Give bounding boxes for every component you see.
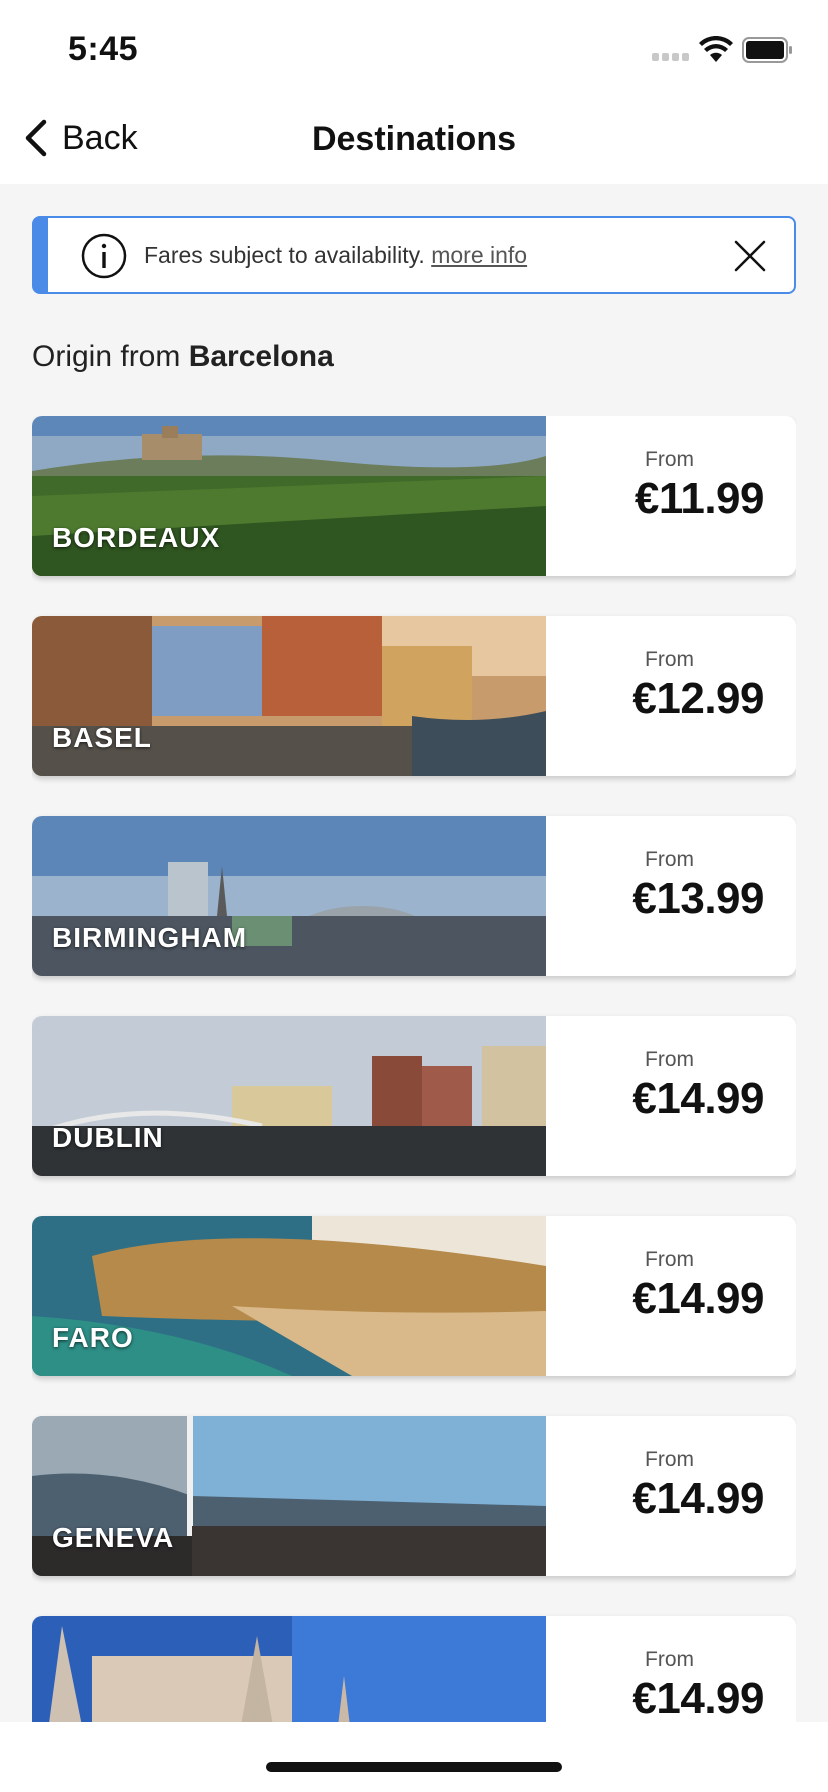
destination-city: DUBLIN [52, 1122, 164, 1153]
destination-price: €14.99 [632, 1674, 764, 1722]
destination-card[interactable]: GENEVA From €14.99 [32, 1416, 796, 1576]
home-indicator-area [0, 1722, 828, 1792]
price-box: From €13.99 [546, 816, 796, 976]
origin-city: Barcelona [188, 340, 334, 373]
status-bar: 5:45 [0, 0, 828, 92]
destination-photo: FARO [32, 1216, 546, 1376]
status-time: 5:45 [68, 30, 139, 68]
destination-card[interactable]: BASEL From €12.99 [32, 616, 796, 776]
price-box: From €14.99 [546, 1016, 796, 1176]
from-label: From [645, 1448, 694, 1471]
battery-icon [742, 37, 792, 63]
destination-card[interactable]: BORDEAUX From €11.99 [32, 416, 796, 576]
destination-photo [32, 1616, 546, 1722]
destination-card[interactable]: FARO From €14.99 [32, 1216, 796, 1376]
destination-city: BIRMINGHAM [52, 922, 248, 953]
price-box: From €14.99 [546, 1216, 796, 1376]
origin-line: Origin from Barcelona [32, 340, 334, 374]
close-icon[interactable] [732, 238, 768, 274]
destination-price: €13.99 [632, 874, 764, 923]
destination-photo: GENEVA [32, 1416, 546, 1576]
destination-card[interactable]: BIRMINGHAM From €13.99 [32, 816, 796, 976]
destination-photo: DUBLIN [32, 1016, 546, 1176]
destination-list: BORDEAUX From €11.99 BASEL From €12.99 B… [32, 416, 796, 1722]
from-label: From [645, 448, 694, 471]
destination-price: €14.99 [632, 1274, 764, 1323]
destination-card[interactable]: From €14.99 [32, 1616, 796, 1722]
destination-city: FARO [52, 1322, 134, 1353]
home-indicator[interactable] [266, 1762, 562, 1772]
from-label: From [645, 1648, 694, 1671]
destination-photo: BORDEAUX [32, 416, 546, 576]
cellular-signal-icon [652, 53, 690, 63]
destination-price: €14.99 [632, 1074, 764, 1123]
destination-city: BORDEAUX [52, 522, 221, 553]
price-box: From €14.99 [546, 1616, 796, 1722]
destination-price: €14.99 [632, 1474, 764, 1523]
from-label: From [645, 848, 694, 871]
destination-photo: BIRMINGHAM [32, 816, 546, 976]
info-icon [81, 233, 127, 279]
from-label: From [645, 1248, 694, 1271]
banner-message: Fares subject to availability. more info [144, 242, 527, 269]
navigation-bar: Back Destinations [0, 92, 828, 184]
more-info-link[interactable]: more info [431, 242, 527, 268]
destination-city: BASEL [52, 722, 152, 753]
destination-price: €12.99 [632, 674, 764, 723]
price-box: From €11.99 [546, 416, 796, 576]
origin-prefix: Origin from [32, 340, 181, 373]
price-box: From €12.99 [546, 616, 796, 776]
destination-city: GENEVA [52, 1522, 175, 1553]
from-label: From [645, 1048, 694, 1071]
page-title: Destinations [311, 120, 517, 158]
destination-price: €11.99 [634, 474, 765, 523]
from-label: From [645, 648, 694, 671]
info-banner: Fares subject to availability. more info [32, 216, 796, 294]
banner-text: Fares subject to availability. [144, 242, 425, 268]
price-box: From €14.99 [546, 1416, 796, 1576]
destinations-screen: 5:45 Back Destinations Fares subject to … [0, 0, 828, 1792]
wifi-icon [699, 36, 733, 62]
destination-card[interactable]: DUBLIN From €14.99 [32, 1016, 796, 1176]
destination-photo: BASEL [32, 616, 546, 776]
